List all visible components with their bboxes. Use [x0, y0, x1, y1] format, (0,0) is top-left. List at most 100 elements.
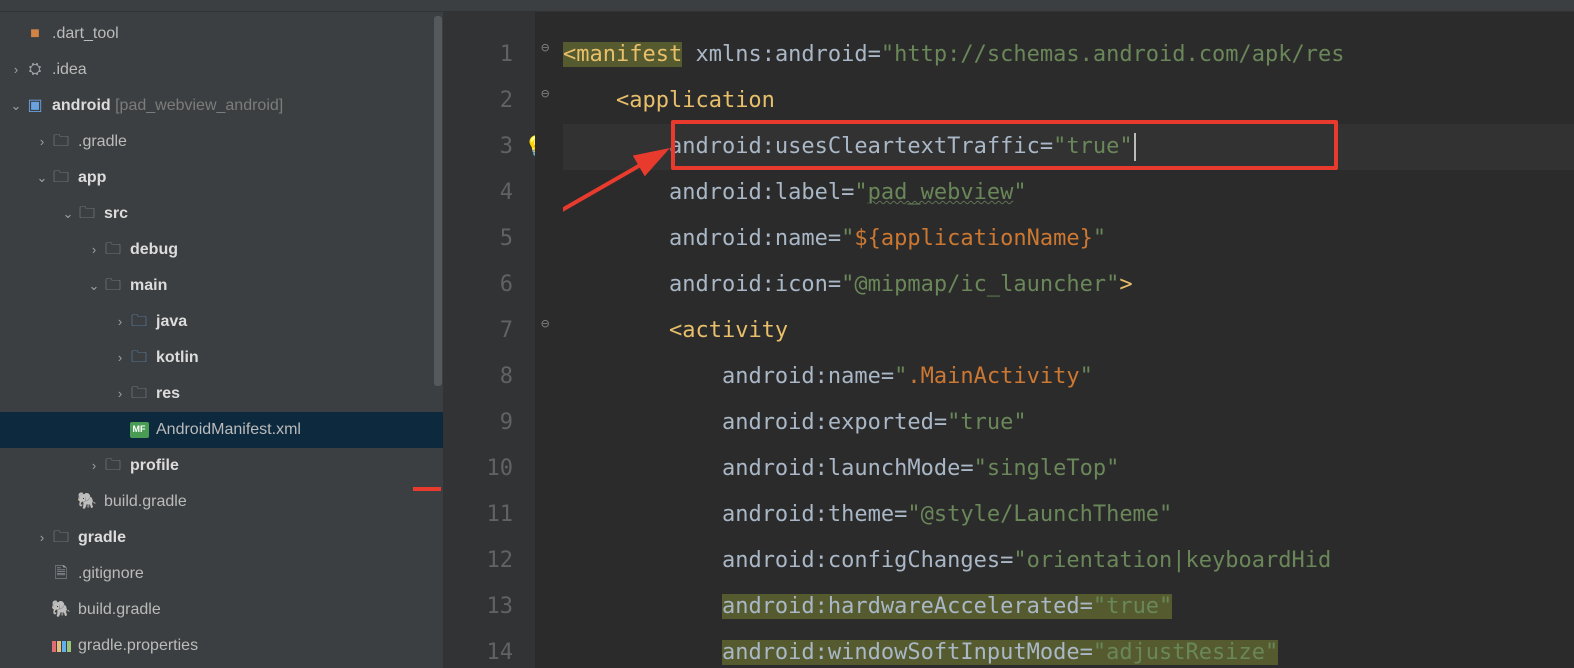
fold-column[interactable]: ⊖ ⊖ ⊖: [535, 12, 563, 668]
tree-item-label: profile: [130, 454, 179, 479]
chevron-icon[interactable]: ›: [86, 456, 102, 476]
code-line[interactable]: android:launchMode="singleTop": [563, 446, 1574, 492]
chevron-icon[interactable]: ›: [8, 60, 24, 80]
code-line[interactable]: android:theme="@style/LaunchTheme": [563, 492, 1574, 538]
chevron-icon[interactable]: ⌄: [86, 276, 102, 296]
tree-item[interactable]: ■.dart_tool: [0, 16, 443, 52]
tree-item[interactable]: ›⛭.idea: [0, 52, 443, 88]
tree-item[interactable]: ›🗀java: [0, 304, 443, 340]
tree-item-label: java: [156, 310, 187, 335]
tree-item-label: .gitignore: [78, 562, 144, 587]
code-line[interactable]: android:configChanges="orientation|keybo…: [563, 538, 1574, 584]
main-area: ■.dart_tool›⛭.idea⌄▣android [pad_webview…: [0, 12, 1574, 668]
chevron-icon[interactable]: ›: [86, 240, 102, 260]
mf-icon: MF: [128, 422, 150, 438]
folder-closed-icon: 🗀: [128, 382, 150, 407]
code-line[interactable]: android:usesCleartextTraffic="true": [563, 124, 1574, 170]
tree-item[interactable]: ⌄🗀main: [0, 268, 443, 304]
code-line[interactable]: <activity: [563, 308, 1574, 354]
code-line[interactable]: <manifest xmlns:android="http://schemas.…: [563, 32, 1574, 78]
tree-item-label: debug: [130, 238, 178, 263]
folder-blue-icon: 🗀: [128, 310, 150, 335]
tree-item-label: build.gradle: [78, 598, 161, 623]
line-number: 9: [443, 400, 535, 446]
tree-item-label: build.gradle: [104, 490, 187, 515]
folder-closed-icon: 🗀: [102, 454, 124, 479]
folder-closed-icon: 🗀: [50, 526, 72, 551]
line-number: 8: [443, 354, 535, 400]
code-line[interactable]: android:exported="true": [563, 400, 1574, 446]
tree-item-label: .idea: [52, 58, 87, 83]
folder-closed-icon: 🗀: [50, 166, 72, 191]
code-editor[interactable]: 💡 1234567891011121314 ⊖ ⊖ ⊖ <manifest xm…: [443, 12, 1574, 668]
tree-item[interactable]: ›🗀res: [0, 376, 443, 412]
chevron-icon[interactable]: ›: [112, 312, 128, 332]
line-number: 10: [443, 446, 535, 492]
tree-item[interactable]: 🐘build.gradle: [0, 592, 443, 628]
tree-item-label: main: [130, 274, 167, 299]
code-line[interactable]: android:name="${applicationName}": [563, 216, 1574, 262]
gutter: 💡 1234567891011121314: [443, 12, 535, 668]
tree-item-label: gradle: [78, 526, 126, 551]
file-ico-icon: 🗎: [50, 562, 72, 587]
chevron-icon[interactable]: ⌄: [60, 204, 76, 224]
folder-blue-icon: 🗀: [128, 346, 150, 371]
caret: [1134, 133, 1136, 161]
tree-item-label: kotlin: [156, 346, 199, 371]
gradle-ico-icon: 🐘: [76, 490, 98, 515]
tree-item[interactable]: gradle.properties: [0, 628, 443, 664]
tree-item-label: android [pad_webview_android]: [52, 94, 283, 119]
project-tree[interactable]: ■.dart_tool›⛭.idea⌄▣android [pad_webview…: [0, 12, 443, 668]
code-line[interactable]: android:icon="@mipmap/ic_launcher">: [563, 262, 1574, 308]
tree-item-label: res: [156, 382, 180, 407]
line-number: 13: [443, 584, 535, 630]
line-number: 6: [443, 262, 535, 308]
fold-icon[interactable]: ⊖: [541, 40, 549, 56]
folder-closed-icon: 🗀: [76, 202, 98, 227]
tree-item[interactable]: 🗎gradlew: [0, 664, 443, 668]
chevron-icon[interactable]: ›: [34, 528, 50, 548]
tree-item[interactable]: ⌄🗀app: [0, 160, 443, 196]
folder-closed-icon: 🗀: [50, 130, 72, 155]
gradle-ico-icon: 🐘: [50, 598, 72, 623]
tree-item[interactable]: ⌄▣android [pad_webview_android]: [0, 88, 443, 124]
tree-item[interactable]: ›🗀.gradle: [0, 124, 443, 160]
line-number: 1: [443, 32, 535, 78]
code-line[interactable]: android:hardwareAccelerated="true": [563, 584, 1574, 630]
tree-item[interactable]: 🗎.gitignore: [0, 556, 443, 592]
chevron-icon[interactable]: ›: [34, 132, 50, 152]
chevron-icon[interactable]: ⌄: [8, 96, 24, 116]
chevron-icon[interactable]: ⌄: [34, 168, 50, 188]
line-number: 12: [443, 538, 535, 584]
tree-item[interactable]: MF AndroidManifest.xml: [0, 412, 443, 448]
tree-item-label: .gradle: [78, 130, 127, 155]
gp-icon: [50, 641, 72, 652]
tree-item[interactable]: ›🗀profile: [0, 448, 443, 484]
line-number: 3: [443, 124, 535, 170]
tree-item[interactable]: ⌄🗀src: [0, 196, 443, 232]
tree-item-label: app: [78, 166, 106, 191]
code-line[interactable]: android:windowSoftInputMode="adjustResiz…: [563, 630, 1574, 668]
fold-icon[interactable]: ⊖: [541, 86, 549, 102]
chevron-icon[interactable]: ›: [112, 348, 128, 368]
folder-closed-icon: 🗀: [102, 238, 124, 263]
line-number: 2: [443, 78, 535, 124]
tree-item[interactable]: ›🗀gradle: [0, 520, 443, 556]
tree-item[interactable]: ›🗀debug: [0, 232, 443, 268]
code-line[interactable]: android:label="pad_webview": [563, 170, 1574, 216]
tree-item-label: gradle.properties: [78, 634, 198, 659]
fold-icon[interactable]: ⊖: [541, 316, 549, 332]
tree-item[interactable]: 🐘build.gradle: [0, 484, 443, 520]
top-bar: [0, 0, 1574, 12]
tree-item-label: .dart_tool: [52, 22, 119, 47]
tree-item-label: src: [104, 202, 128, 227]
code-line[interactable]: <application: [563, 78, 1574, 124]
error-marker: [413, 487, 441, 491]
code-line[interactable]: android:name=".MainActivity": [563, 354, 1574, 400]
tree-item[interactable]: ›🗀kotlin: [0, 340, 443, 376]
chevron-icon[interactable]: ›: [112, 384, 128, 404]
line-number: 7: [443, 308, 535, 354]
code-area[interactable]: <manifest xmlns:android="http://schemas.…: [563, 12, 1574, 668]
folder-closed-icon: ⛭: [24, 58, 46, 83]
tree-item-label: AndroidManifest.xml: [156, 418, 301, 443]
